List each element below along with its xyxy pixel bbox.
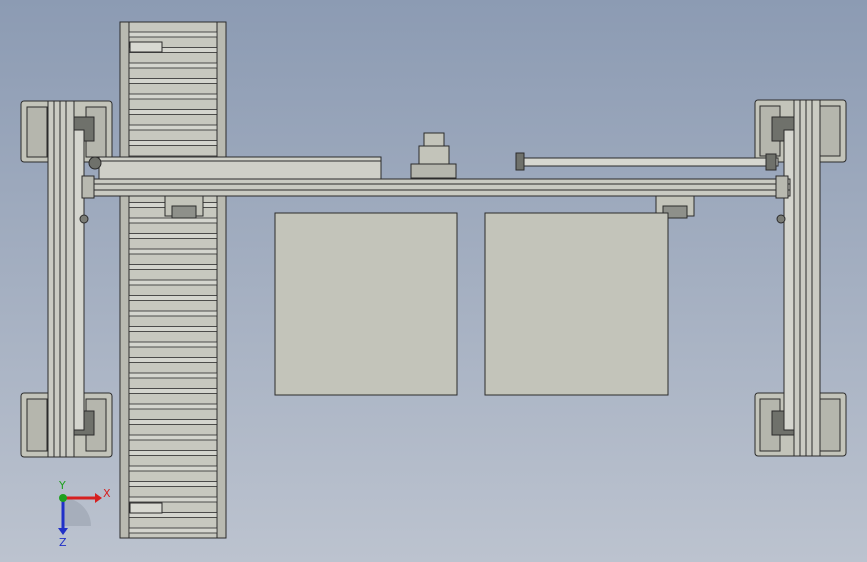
shaft-left-bearing [515, 152, 525, 171]
y-axis-indicator [59, 494, 67, 502]
conveyor-bottom-motor [129, 502, 163, 514]
conveyor-roller [128, 279, 218, 286]
conveyor-roller [128, 341, 218, 348]
conveyor-roller [128, 419, 218, 425]
conveyor-roller [128, 434, 218, 441]
conveyor-roller [128, 31, 218, 38]
conveyor-roller [128, 124, 218, 131]
conveyor-roller [128, 93, 218, 100]
motor-cap [423, 132, 445, 147]
cable-carrier-housing[interactable] [88, 156, 382, 180]
left-beam-bolt-icon [79, 214, 89, 224]
conveyor-left-rail [119, 21, 130, 539]
x-axis-arrowhead [95, 493, 102, 503]
conveyor-roller [128, 233, 218, 239]
left-carriage[interactable] [164, 195, 204, 219]
conveyor-roller [128, 357, 218, 363]
conveyor-roller [128, 217, 218, 224]
conveyor-roller [128, 496, 218, 503]
conveyor-roller [128, 372, 218, 379]
conveyor-roller [128, 450, 218, 456]
left-support-leg[interactable] [20, 100, 113, 458]
x-beam-profile [81, 178, 791, 197]
conveyor-roller [128, 481, 218, 487]
roller-conveyor[interactable] [119, 21, 227, 539]
right-support-leg[interactable] [754, 99, 847, 457]
x-beam-left-end-cap [81, 175, 95, 199]
x-beam-right-end-cap [775, 175, 789, 199]
conveyor-roller [128, 78, 218, 84]
motor-base-plate [410, 163, 457, 179]
x-axis-label: X [103, 487, 111, 500]
conveyor-roller [128, 326, 218, 332]
work-pallet-left[interactable] [274, 212, 458, 396]
right-beam-bolt-icon [776, 214, 786, 224]
left-column-profile [47, 100, 75, 458]
drive-shaft[interactable] [515, 152, 779, 171]
y-axis-label: Y [58, 479, 66, 492]
conveyor-roller [128, 388, 218, 394]
cad-drawing: X Y Z [20, 21, 847, 549]
conveyor-right-rail [216, 21, 227, 539]
conveyor-roller [128, 248, 218, 255]
work-pallet-right[interactable] [484, 212, 669, 396]
cad-viewport[interactable]: X Y Z [0, 0, 867, 562]
z-axis-label: Z [59, 536, 67, 549]
left-coupling-icon [88, 156, 102, 170]
conveyor-roller [128, 295, 218, 301]
conveyor-roller [128, 403, 218, 410]
conveyor-roller [128, 109, 218, 115]
right-z-axis-rail [783, 129, 795, 431]
conveyor-roller [128, 310, 218, 317]
conveyor-roller [128, 62, 218, 69]
shaft-right-coupling [765, 153, 777, 171]
conveyor-roller [128, 264, 218, 270]
conveyor-roller [128, 465, 218, 472]
drive-motor-reducer[interactable] [410, 132, 457, 179]
left-z-axis-rail [73, 129, 85, 431]
z-axis-arrowhead [58, 528, 68, 535]
conveyor-roller [128, 527, 218, 534]
reducer-body [418, 145, 450, 165]
right-column-profile [793, 99, 821, 457]
conveyor-roller [128, 140, 218, 146]
conveyor-top-motor [129, 41, 163, 53]
coordinate-triad: X Y Z [58, 479, 111, 549]
